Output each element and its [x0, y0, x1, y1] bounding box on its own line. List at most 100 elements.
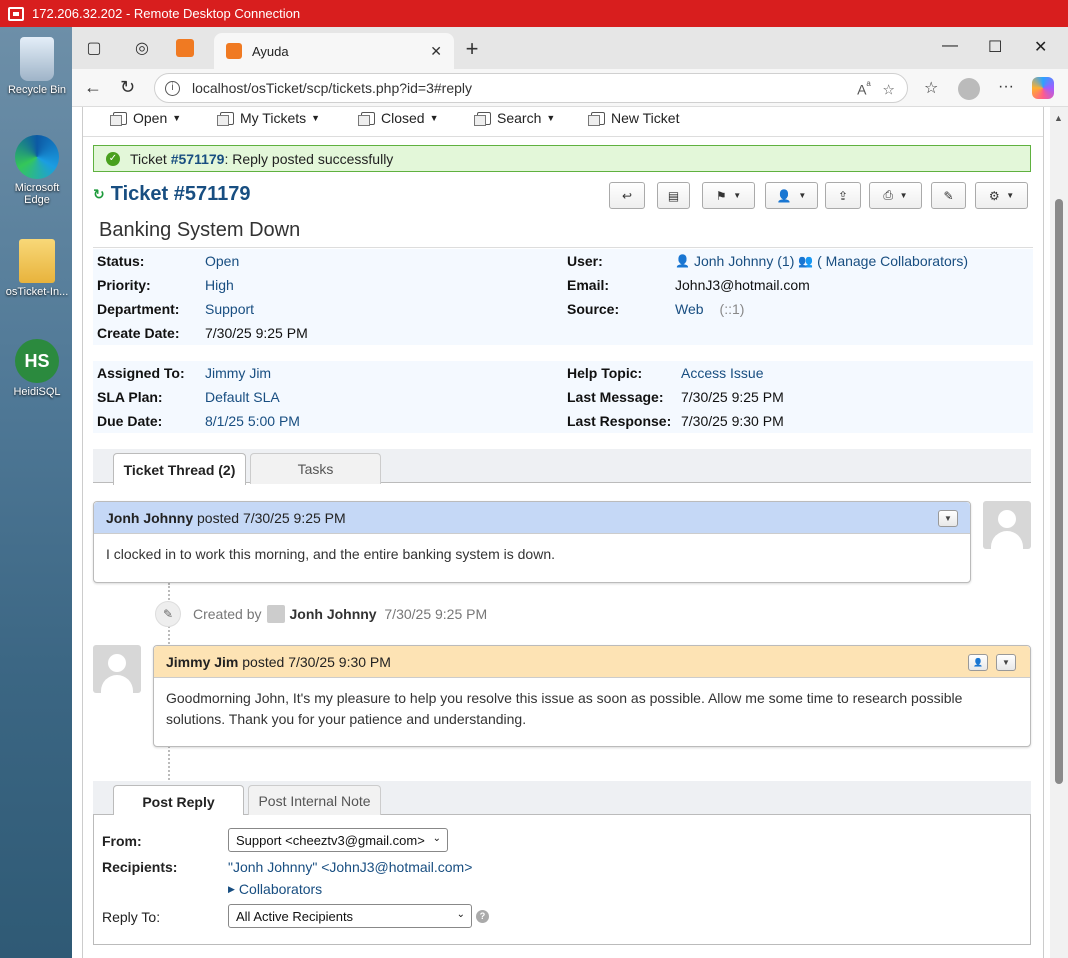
thread-entry-user: Jonh Johnny posted 7/30/25 9:25 PM ▼ I c… [93, 501, 971, 583]
subnav-closed[interactable]: Closed ▼ [358, 110, 439, 126]
manage-collaborators-link[interactable]: ( Manage Collaborators) [817, 253, 968, 269]
maximize-icon[interactable]: ☐ [988, 37, 1002, 57]
user-icon: 👤 [973, 658, 983, 667]
refresh-ticket-icon[interactable]: ↻ [93, 186, 105, 203]
profile-icon[interactable] [958, 78, 980, 105]
status-value[interactable]: Open [205, 253, 239, 269]
copilot-icon[interactable] [1032, 77, 1054, 104]
favorites-icon[interactable]: ☆ [924, 78, 938, 98]
tab-ayuda[interactable]: Ayuda ✕ [214, 33, 454, 69]
assigned-row: Assigned To: Jimmy Jim [97, 365, 272, 381]
reply-area: Post Reply Post Internal Note From: Supp… [93, 781, 1031, 945]
caret-down-icon: ▼ [899, 191, 908, 200]
chevron-down-icon: ⌄ [456, 909, 465, 920]
ticket-info-block-1: Status: Open Priority: High Department: … [93, 249, 1033, 345]
source-value[interactable]: Web [675, 301, 704, 317]
tab-ticket-thread[interactable]: Ticket Thread (2) [113, 453, 246, 485]
ticket-info-block-2: Assigned To: Jimmy Jim SLA Plan: Default… [93, 361, 1033, 433]
avatar [983, 501, 1031, 549]
user-icon: 👤 [776, 188, 792, 203]
desktop-icon-edge[interactable]: Microsoft Edge [2, 135, 72, 206]
scroll-up-icon[interactable]: ▲ [1054, 113, 1063, 123]
search-tickets-icon [474, 111, 491, 126]
divider [93, 247, 1033, 248]
entry-user-button[interactable]: 👤 [968, 654, 988, 671]
ticket-subject: Banking System Down [99, 219, 301, 241]
due-date-value[interactable]: 8/1/25 5:00 PM [205, 413, 300, 429]
note-icon: ▤ [667, 188, 680, 203]
help-topic-row: Help Topic: Access Issue [567, 365, 764, 381]
tab-actions-icon[interactable]: ▢ [84, 39, 104, 59]
status-row: Status: Open [97, 253, 240, 269]
tickets-icon [110, 111, 127, 126]
due-date-row: Due Date: 8/1/25 5:00 PM [97, 413, 300, 429]
transfer-button[interactable]: ⇪ [825, 182, 861, 209]
page-scrollbar[interactable]: ▲ [1050, 107, 1068, 958]
user-link[interactable]: Jonh Johnny [694, 253, 773, 269]
minimize-icon[interactable]: — [942, 37, 958, 55]
close-tab-icon[interactable]: ✕ [430, 43, 442, 60]
priority-value[interactable]: High [205, 277, 234, 293]
tab-post-internal-note[interactable]: Post Internal Note [248, 785, 381, 816]
back-icon[interactable]: ← [84, 77, 102, 98]
from-select[interactable]: Support <cheeztv3@gmail.com> ⌄ [228, 828, 448, 852]
pinned-tab-favicon[interactable] [176, 39, 194, 57]
address-bar: ← ↻ i localhost/osTicket/scp/tickets.php… [72, 69, 1068, 107]
subnav-new-ticket[interactable]: New Ticket [588, 110, 679, 126]
department-value[interactable]: Support [205, 301, 254, 317]
close-window-icon[interactable]: ✕ [1034, 37, 1047, 57]
alert-ticket-link[interactable]: #571179 [171, 151, 225, 167]
more-actions-button[interactable]: ⚙ ▼ [975, 182, 1028, 209]
scrollbar-thumb[interactable] [1055, 199, 1063, 784]
caret-down-icon: ▼ [311, 113, 321, 123]
users-icon: 👥 [798, 254, 814, 268]
url-field[interactable]: i localhost/osTicket/scp/tickets.php?id=… [154, 73, 908, 103]
caret-down-icon: ▼ [733, 191, 742, 200]
post-note-button[interactable]: ▤ [657, 182, 690, 209]
subnav-search[interactable]: Search ▼ [474, 110, 555, 126]
tab-strip: ▢ ◎ Ayuda ✕ + — ☐ ✕ [72, 27, 1068, 69]
tickets-icon [358, 111, 375, 126]
last-response-row: Last Response: 7/30/25 9:30 PM [567, 413, 784, 429]
more-options-icon[interactable]: ··· [998, 78, 1014, 96]
osticket-favicon [226, 43, 242, 59]
heidisql-icon: HS [15, 339, 59, 383]
subnav-my-tickets[interactable]: My Tickets ▼ [217, 110, 321, 126]
subnav-open[interactable]: Open ▼ [110, 110, 181, 126]
from-label: From: [102, 833, 142, 849]
site-info-icon[interactable]: i [165, 80, 180, 96]
change-status-button[interactable]: ⚑ ▼ [702, 182, 755, 209]
entry-options-button[interactable]: ▼ [996, 654, 1016, 671]
desktop-icon-heidisql[interactable]: HS HeidiSQL [2, 339, 72, 398]
tickets-icon [217, 111, 234, 126]
workspaces-icon[interactable]: ◎ [132, 39, 152, 59]
desktop-icon-osticket[interactable]: osTicket-In... [2, 239, 72, 298]
recipients-value[interactable]: "Jonh Johnny" <JohnJ3@hotmail.com> [228, 859, 472, 875]
edit-button[interactable]: ✎ [931, 182, 966, 209]
reply-to-select[interactable]: All Active Recipients ⌄ [228, 904, 472, 928]
gear-icon: ⚙ [988, 188, 1000, 203]
reply-button[interactable]: ↩ [609, 182, 645, 209]
thread-entry-header: Jimmy Jim posted 7/30/25 9:30 PM 👤 ▼ [154, 646, 1030, 678]
assigned-value[interactable]: Jimmy Jim [205, 365, 271, 381]
tab-tasks[interactable]: Tasks [250, 453, 381, 484]
refresh-icon[interactable]: ↻ [120, 77, 135, 98]
rdp-title-bar: 172.206.32.202 - Remote Desktop Connecti… [0, 0, 1068, 27]
help-icon[interactable]: ? [476, 910, 489, 923]
caret-down-icon: ▼ [429, 113, 439, 123]
desktop-icon-recycle-bin[interactable]: Recycle Bin [2, 37, 72, 96]
print-button[interactable]: ⎙ ▼ [869, 182, 922, 209]
ticket-title[interactable]: ↻ Ticket #571179 [93, 183, 251, 206]
collaborators-toggle[interactable]: ▶ Collaborators [228, 881, 322, 897]
thread-entry-staff: Jimmy Jim posted 7/30/25 9:30 PM 👤 ▼ Goo… [153, 645, 1031, 747]
sla-value[interactable]: Default SLA [205, 389, 280, 405]
new-tab-icon[interactable]: + [462, 38, 482, 60]
help-topic-value[interactable]: Access Issue [681, 365, 763, 381]
last-message-row: Last Message: 7/30/25 9:25 PM [567, 389, 784, 405]
assign-button[interactable]: 👤 ▼ [765, 182, 818, 209]
read-aloud-icon[interactable]: Aᵃ ☆ [857, 79, 895, 99]
desktop: Recycle Bin Microsoft Edge osTicket-In..… [0, 27, 72, 958]
caret-down-icon: ▼ [1006, 191, 1015, 200]
tab-post-reply[interactable]: Post Reply [113, 785, 244, 817]
entry-options-button[interactable]: ▼ [938, 510, 958, 527]
